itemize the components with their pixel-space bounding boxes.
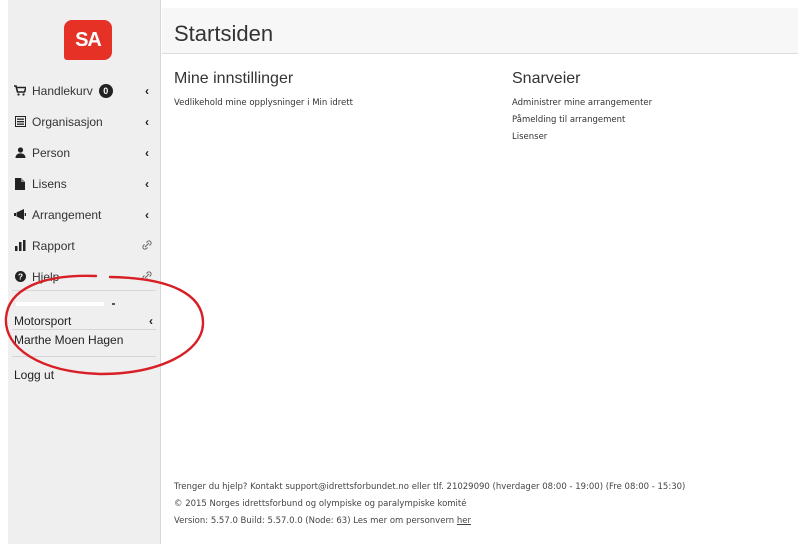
footer-version: Version: 5.57.0 Build: 5.57.0.0 (Node: 6… [174,516,471,526]
footer-copyright: © 2015 Norges idrettsforbund og olympisk… [174,499,467,509]
footer-help: Trenger du hjelp? Kontakt support@idrett… [174,482,686,492]
chevron-left-icon[interactable]: ‹ [142,208,152,222]
cart-icon [14,85,26,97]
user-name: Marthe Moen Hagen [14,333,124,347]
shortcut-link-administrer[interactable]: Administrer mine arrangementer [512,98,652,108]
sidebar-item-organisasjon[interactable]: Organisasjon ‹ [8,106,160,137]
sidebar-nav: Handlekurv 0 ‹ Organisasjon ‹ Person ‹ Li… [8,75,160,292]
privacy-link[interactable]: her [457,516,471,526]
cart-count-badge: 0 [98,83,113,98]
bar-chart-icon [14,240,26,252]
shortcut-link-pamelding[interactable]: Påmelding til arrangement [512,115,625,125]
shortcuts-heading: Snarveier [512,70,581,87]
org-name: Motorsport [14,314,72,328]
document-icon [14,177,26,190]
settings-heading: Mine innstillinger [174,70,294,87]
sidebar-item-label: Lisens [32,176,67,191]
logout-link[interactable]: Logg ut [14,368,54,382]
divider [12,329,156,330]
chevron-left-icon[interactable]: ‹ [142,115,152,129]
sidebar-item-person[interactable]: Person ‹ [8,137,160,168]
megaphone-icon [14,209,26,221]
chevron-left-icon[interactable]: ‹ [146,314,156,328]
sidebar-item-label: Arrangement [32,207,102,222]
sidebar-item-label: Person [32,145,71,160]
shortcut-link-lisenser[interactable]: Lisenser [512,132,547,142]
user-section [8,290,160,306]
settings-link-min-idrett[interactable]: Vedlikehold mine opplysninger i Min idre… [174,98,353,108]
org-selector[interactable]: Motorsport ‹ [14,314,156,328]
sidebar-item-label: Hjelp [32,269,60,284]
person-icon [14,147,26,159]
list-icon [14,116,26,128]
sidebar-item-rapport[interactable]: Rapport [8,230,160,261]
chevron-left-icon[interactable]: ‹ [142,177,152,191]
chevron-left-icon[interactable]: ‹ [142,146,152,160]
page-header: Startsiden [162,8,798,54]
sidebar-item-hjelp[interactable]: ? Hjelp [8,261,160,292]
sidebar-item-lisens[interactable]: Lisens ‹ [8,168,160,199]
sidebar-item-handlekurv[interactable]: Handlekurv 0 ‹ [8,75,160,106]
page-title: Startsiden [174,21,274,46]
footer-version-text: Version: 5.57.0 Build: 5.57.0.0 (Node: 6… [174,516,457,526]
divider [12,356,156,357]
sidebar-item-label: Rapport [32,238,75,253]
sidebar: SA Handlekurv 0 ‹ Organisasjon ‹ Person ‹ [8,0,161,544]
brand-logo[interactable]: SA [64,20,112,60]
separator-mark [112,303,115,305]
sidebar-item-arrangement[interactable]: Arrangement ‹ [8,199,160,230]
question-icon: ? [14,271,26,283]
external-link-icon[interactable] [142,239,152,253]
redacted-text [16,302,104,306]
sidebar-item-label: Organisasjon [32,114,103,129]
divider [12,290,156,291]
chevron-left-icon[interactable]: ‹ [142,84,152,98]
svg-text:?: ? [17,272,22,282]
sidebar-item-label: Handlekurv [32,83,93,98]
external-link-icon[interactable] [142,270,152,284]
